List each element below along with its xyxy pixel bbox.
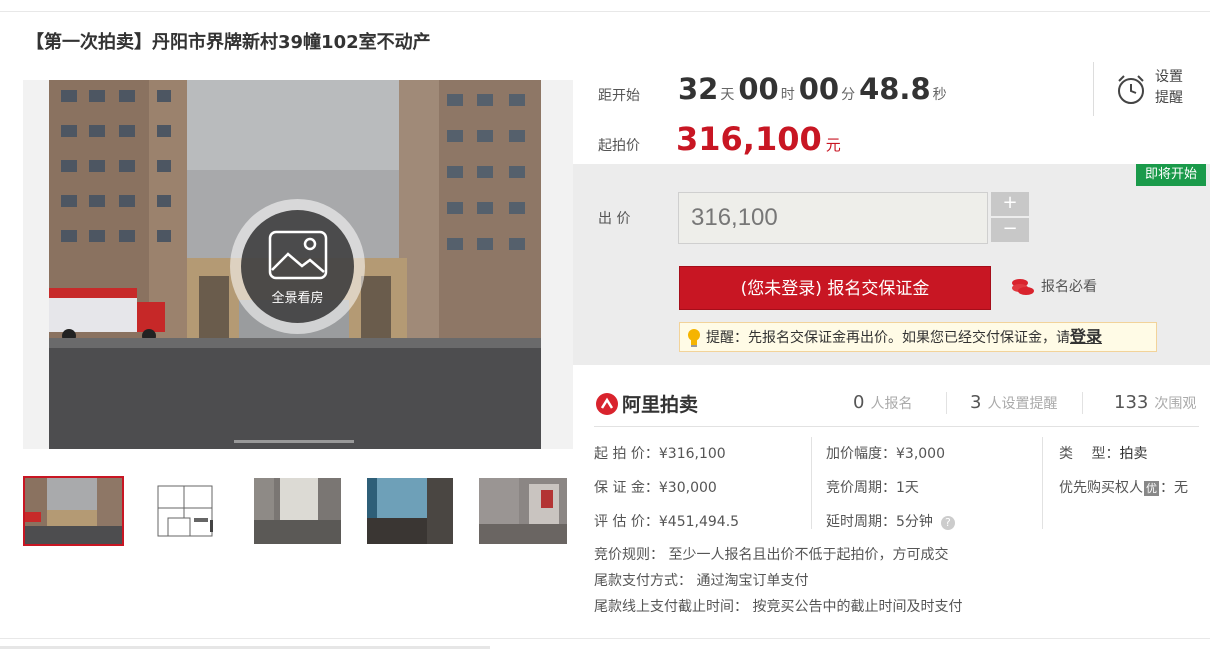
login-link[interactable]: 登录: [1070, 327, 1102, 346]
stat-views: 133 次围观: [1114, 392, 1197, 413]
thumbnail-4[interactable]: [367, 478, 453, 544]
panorama-button[interactable]: 全景看房: [230, 199, 365, 334]
ali-auction-logo: 阿里拍卖: [596, 390, 698, 417]
bid-amount-input[interactable]: [678, 192, 988, 244]
increase-bid-button[interactable]: +: [991, 192, 1029, 216]
countdown-seconds: 48.8: [859, 72, 931, 106]
countdown-minutes: 00: [798, 72, 840, 106]
priority-badge: 优: [1144, 481, 1159, 496]
start-price-value: 316,100: [676, 120, 822, 158]
tip-text: 提醒：先报名交保证金再出价。如果您已经交付保证金，请: [706, 330, 1070, 346]
page-title: 【第一次拍卖】丹阳市界牌新村39幢102室不动产: [26, 32, 431, 53]
coins-icon: [1012, 279, 1034, 295]
column-divider: [811, 437, 812, 529]
start-price-unit: 元: [825, 136, 841, 154]
rule-bidding: 竞价规则： 至少一人报名且出价不低于起拍价，方可成交: [594, 547, 949, 563]
countdown-hours: 00: [738, 72, 779, 106]
start-price-label: 起拍价: [598, 138, 640, 154]
thumbnail-1[interactable]: [23, 476, 124, 546]
detail-appraisal: 评 估 价：¥451,494.5: [594, 514, 740, 530]
set-reminder-button[interactable]: 设置 提醒: [1115, 67, 1195, 113]
remind-line1: 设置: [1155, 69, 1183, 85]
thumbnail-5[interactable]: [479, 478, 567, 544]
remind-line2: 提醒: [1155, 90, 1183, 106]
column-divider: [1042, 437, 1043, 529]
top-divider: [0, 11, 1210, 12]
rule-payment-deadline: 尾款线上支付截止时间： 按竞买公告中的截止时间及时支付: [594, 599, 963, 615]
countdown: 32 天 00 时 00 分 48.8 秒: [678, 72, 947, 106]
lightbulb-icon: [688, 329, 700, 347]
decrease-bid-button[interactable]: −: [991, 218, 1029, 242]
detail-period: 竞价周期：1天: [826, 480, 919, 496]
status-badge: 即将开始: [1136, 164, 1206, 186]
ali-auction-icon: [596, 393, 618, 415]
signup-deposit-button[interactable]: (您未登录) 报名交保证金: [679, 266, 991, 310]
stat-reminders: 3 人设置提醒: [970, 392, 1058, 413]
thumbnail-3[interactable]: [254, 478, 341, 544]
detail-delay: 延时周期：5分钟?: [826, 511, 955, 531]
login-tip: 提醒：先报名交保证金再出价。如果您已经交付保证金，请登录: [679, 322, 1157, 352]
detail-increment: 加价幅度：¥3,000: [826, 446, 945, 462]
brand-name: 阿里拍卖: [622, 394, 699, 416]
auction-page: 【第一次拍卖】丹阳市界牌新村39幢102室不动产 全景看房 距开始 32 天 0…: [0, 0, 1210, 649]
bid-label: 出 价: [598, 211, 631, 227]
alarm-clock-icon: [1118, 75, 1144, 104]
image-icon: [268, 230, 328, 280]
countdown-label: 距开始: [598, 88, 640, 104]
must-see-link[interactable]: 报名必看: [1011, 276, 1097, 296]
bottom-divider: [0, 638, 1210, 639]
detail-start-price: 起 拍 价：¥316,100: [594, 446, 726, 462]
stat-divider: [1082, 392, 1083, 414]
detail-deposit: 保 证 金：¥30,000: [594, 480, 717, 496]
remind-divider: [1093, 62, 1094, 116]
start-price: 316,100 元: [676, 120, 841, 158]
detail-priority-buyer: 优先购买权人优：无: [1059, 480, 1188, 496]
must-see-label: 报名必看: [1041, 279, 1097, 295]
countdown-days: 32: [678, 72, 719, 106]
stat-signups: 0 人报名: [853, 392, 913, 413]
details-divider: [594, 426, 1199, 427]
help-icon[interactable]: ?: [940, 516, 955, 530]
detail-type: 类 型：拍卖: [1059, 446, 1148, 462]
panorama-label: 全景看房: [271, 291, 324, 306]
stat-divider: [946, 392, 947, 414]
thumbnail-2[interactable]: [138, 478, 233, 544]
rule-payment-method: 尾款支付方式： 通过淘宝订单支付: [594, 573, 809, 589]
